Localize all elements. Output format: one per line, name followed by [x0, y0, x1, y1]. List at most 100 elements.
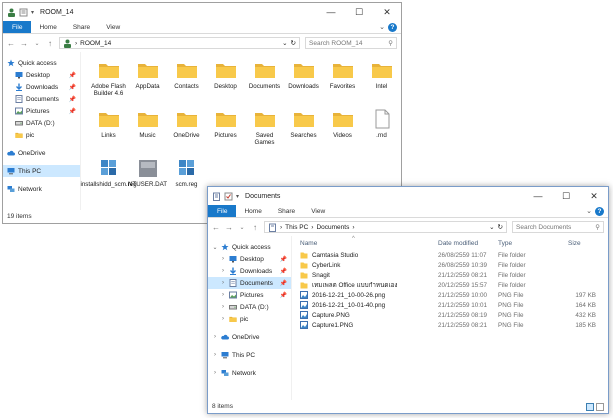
file-grid-item[interactable]: .rnd: [362, 105, 401, 154]
file-grid-item[interactable]: AppData: [128, 56, 167, 105]
search-input[interactable]: Search Documents ⚲: [512, 221, 604, 233]
refresh-icon[interactable]: ↻: [291, 39, 296, 47]
breadcrumb-this-pc[interactable]: This PC: [285, 224, 308, 231]
expand-chevron-icon[interactable]: ⌄: [212, 244, 218, 251]
expand-chevron-icon[interactable]: ›: [212, 334, 218, 340]
breadcrumb-documents[interactable]: Documents: [316, 224, 349, 231]
refresh-icon[interactable]: ↻: [498, 223, 503, 231]
expand-chevron-icon[interactable]: ›: [220, 292, 226, 298]
address-input[interactable]: › This PC › Documents › ⌄ ↻: [264, 221, 507, 233]
nav-item-downloads[interactable]: Downloads 📌: [3, 81, 80, 93]
file-table-row[interactable]: Capture1.PNG 21/12/2559 08:21 PNG File 185 …: [292, 320, 608, 330]
file-grid-item[interactable]: Contacts: [167, 56, 206, 105]
quick-access-dropdown-icon[interactable]: ▾: [236, 193, 239, 200]
file-grid-item[interactable]: Pictures: [206, 105, 245, 154]
back-arrow-icon[interactable]: ←: [7, 39, 15, 48]
quick-access-dropdown-icon[interactable]: ▾: [31, 9, 34, 16]
nav-item-network[interactable]: › Network: [208, 367, 291, 379]
file-grid-item[interactable]: Downloads: [284, 56, 323, 105]
expand-chevron-icon[interactable]: ›: [212, 370, 218, 376]
nav-item-quick-access[interactable]: ⌄ Quick access: [208, 241, 291, 253]
large-icons-view-icon[interactable]: [596, 402, 604, 411]
back-arrow-icon[interactable]: ←: [212, 223, 220, 232]
breadcrumb-room14[interactable]: ROOM_14: [80, 40, 111, 47]
help-icon[interactable]: ?: [388, 22, 397, 32]
pin-icon[interactable]: 📌: [280, 292, 287, 299]
forward-arrow-icon[interactable]: →: [225, 223, 233, 232]
tab-view[interactable]: View: [303, 205, 333, 217]
help-icon[interactable]: ?: [595, 206, 604, 216]
nav-item-data-d[interactable]: › DATA (D:): [208, 301, 291, 313]
file-table-row[interactable]: 2016-12-21_10-00-26.png 21/12/2559 10:00 P…: [292, 290, 608, 300]
pin-icon[interactable]: 📌: [69, 96, 76, 103]
file-table-row[interactable]: Capture.PNG 21/12/2559 08:19 PNG File 432 K…: [292, 310, 608, 320]
file-grid-item[interactable]: Links: [89, 105, 128, 154]
pin-icon[interactable]: 📌: [280, 256, 287, 263]
nav-item-pictures[interactable]: Pictures 📌: [3, 105, 80, 117]
nav-item-data-d[interactable]: DATA (D:): [3, 117, 80, 129]
up-arrow-icon[interactable]: ↑: [46, 39, 54, 48]
expand-chevron-icon[interactable]: ›: [220, 256, 226, 262]
close-icon[interactable]: ✕: [580, 187, 608, 205]
nav-item-documents[interactable]: › Documents 📌: [208, 277, 291, 289]
nav-item-onedrive[interactable]: › OneDrive: [208, 331, 291, 343]
tab-home[interactable]: Home: [236, 205, 269, 217]
nav-item-pic[interactable]: › pic: [208, 313, 291, 325]
file-grid-item[interactable]: scm.reg: [167, 154, 206, 203]
nav-item-this-pc[interactable]: This PC: [3, 165, 80, 177]
address-dropdown-icon[interactable]: ⌄: [282, 39, 287, 47]
nav-item-desktop[interactable]: › Desktop 📌: [208, 253, 291, 265]
up-arrow-icon[interactable]: ↑: [251, 223, 259, 232]
file-table-row[interactable]: เทมเพลต Office แบบกำหนดเอง 20/12/2559 15:…: [292, 280, 608, 290]
nav-item-quick-access[interactable]: Quick access: [3, 57, 80, 69]
pin-icon[interactable]: 📌: [280, 280, 287, 287]
expand-ribbon-icon[interactable]: ⌄: [379, 23, 385, 31]
file-table-row[interactable]: 2016-12-21_10-01-40.png 21/12/2559 10:01 P…: [292, 300, 608, 310]
file-table-row[interactable]: Snagit 21/12/2559 08:21 File folder: [292, 270, 608, 280]
column-header-name[interactable]: Name: [300, 240, 438, 247]
pin-icon[interactable]: 📌: [280, 268, 287, 275]
file-grid-item[interactable]: Favorites: [323, 56, 362, 105]
explorer-window-documents[interactable]: ▾ Documents — ☐ ✕ File Home Share View ⌄…: [207, 186, 609, 414]
file-grid-item[interactable]: Searches: [284, 105, 323, 154]
expand-ribbon-icon[interactable]: ⌄: [586, 207, 592, 215]
details-view-icon[interactable]: [586, 402, 594, 411]
file-grid-item[interactable]: Videos: [323, 105, 362, 154]
pin-icon[interactable]: 📌: [69, 108, 76, 115]
nav-item-network[interactable]: Network: [3, 183, 80, 195]
file-table-row[interactable]: Camtasia Studio 26/08/2559 11:07 File fold…: [292, 250, 608, 260]
file-grid-item[interactable]: NTUSER.DAT: [128, 154, 167, 203]
pin-icon[interactable]: 📌: [69, 84, 76, 91]
nav-item-downloads[interactable]: › Downloads 📌: [208, 265, 291, 277]
recent-locations-icon[interactable]: ⌄: [33, 40, 41, 47]
nav-item-onedrive[interactable]: OneDrive: [3, 147, 80, 159]
tab-view[interactable]: View: [98, 21, 128, 33]
expand-chevron-icon[interactable]: ›: [220, 304, 226, 310]
tab-file[interactable]: File: [208, 205, 237, 217]
file-grid-item[interactable]: Music: [128, 105, 167, 154]
title-bar[interactable]: ▾ ROOM_14 — ☐ ✕: [3, 3, 401, 21]
address-input[interactable]: › ROOM_14 ⌄ ↻: [59, 37, 300, 49]
minimize-icon[interactable]: —: [524, 187, 552, 205]
column-header-date[interactable]: Date modified: [438, 240, 498, 247]
file-grid-item[interactable]: installshidd_scm.reg: [80, 154, 137, 203]
tab-share[interactable]: Share: [65, 21, 98, 33]
file-grid-item[interactable]: Desktop: [206, 56, 245, 105]
search-input[interactable]: Search ROOM_14 ⚲: [305, 37, 397, 49]
minimize-icon[interactable]: —: [317, 3, 345, 21]
nav-item-pictures[interactable]: › Pictures 📌: [208, 289, 291, 301]
address-dropdown-icon[interactable]: ⌄: [489, 223, 494, 231]
recent-locations-icon[interactable]: ⌄: [238, 224, 246, 231]
column-header-type[interactable]: Type: [498, 240, 560, 247]
expand-chevron-icon[interactable]: ›: [220, 280, 226, 286]
nav-item-documents[interactable]: Documents 📌: [3, 93, 80, 105]
pin-icon[interactable]: 📌: [69, 72, 76, 79]
tab-file[interactable]: File: [3, 21, 32, 33]
properties-icon[interactable]: [224, 192, 233, 201]
properties-icon[interactable]: [19, 8, 28, 17]
expand-chevron-icon[interactable]: ›: [212, 352, 218, 358]
file-grid-item[interactable]: Documents: [245, 56, 284, 105]
forward-arrow-icon[interactable]: →: [20, 39, 28, 48]
tab-share[interactable]: Share: [270, 205, 303, 217]
tab-home[interactable]: Home: [31, 21, 64, 33]
